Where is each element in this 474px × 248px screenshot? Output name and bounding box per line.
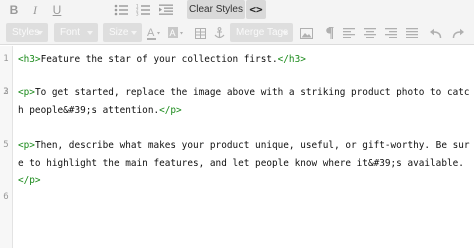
font-dropdown[interactable]: Font bbox=[54, 23, 98, 42]
anchor-icon[interactable] bbox=[212, 25, 226, 41]
styles-dropdown[interactable]: Styles bbox=[6, 23, 48, 42]
align-justify-icon[interactable] bbox=[405, 25, 419, 41]
text-color-icon[interactable]: A bbox=[146, 25, 164, 41]
code-tag: </p> bbox=[159, 105, 182, 116]
numbered-list-icon[interactable]: 123 bbox=[135, 2, 151, 18]
bulleted-list-icon[interactable] bbox=[113, 2, 129, 18]
svg-text:3: 3 bbox=[136, 12, 139, 17]
italic-button[interactable]: I bbox=[27, 2, 43, 18]
code-line-wrap[interactable]: h people&#39;s attention.</p> bbox=[18, 105, 182, 116]
line-number: 5 bbox=[3, 140, 9, 150]
code-text: Then, describe what makes your product u… bbox=[34, 140, 470, 151]
indent-icon[interactable] bbox=[158, 2, 174, 18]
redo-icon[interactable] bbox=[451, 25, 465, 41]
code-editor[interactable]: 1 2 3 5 6 <h3>Feature the star of your c… bbox=[0, 46, 474, 248]
clear-styles-button[interactable]: Clear Styles bbox=[187, 0, 245, 19]
align-right-icon[interactable] bbox=[384, 25, 398, 41]
bold-button[interactable]: B bbox=[6, 2, 22, 18]
chevron-down-icon bbox=[37, 31, 43, 35]
code-view-button[interactable]: <> bbox=[246, 0, 266, 19]
undo-icon[interactable] bbox=[428, 25, 442, 41]
chevron-down-icon bbox=[282, 31, 288, 35]
toolbar-row-1: B I U 123 Clear Styles <> bbox=[0, 0, 474, 20]
code-tag: <p> bbox=[18, 140, 35, 151]
table-icon[interactable] bbox=[193, 25, 207, 41]
styles-dropdown-label: Styles bbox=[12, 27, 40, 38]
line-number: 1 bbox=[3, 54, 9, 64]
code-text: e to highlight the main features, and le… bbox=[18, 158, 464, 169]
code-line-wrap[interactable]: </p> bbox=[18, 175, 41, 186]
code-line[interactable]: <h3>Feature the star of your collection … bbox=[18, 54, 306, 65]
size-dropdown[interactable]: Size bbox=[103, 23, 142, 42]
line-number: 3 bbox=[3, 87, 9, 97]
code-line[interactable]: <p>Then, describe what makes your produc… bbox=[18, 140, 470, 151]
svg-text:A: A bbox=[170, 28, 176, 38]
size-dropdown-label: Size bbox=[109, 27, 129, 38]
code-tag: <h3> bbox=[18, 54, 41, 65]
code-line[interactable]: <p>To get started, replace the image abo… bbox=[18, 87, 470, 98]
align-center-icon[interactable] bbox=[363, 25, 377, 41]
line-number: 6 bbox=[3, 192, 9, 202]
chevron-down-icon bbox=[87, 31, 93, 35]
code-tag: </h3> bbox=[277, 54, 306, 65]
underline-button[interactable]: U bbox=[49, 2, 65, 18]
pilcrow-icon[interactable] bbox=[322, 25, 336, 41]
code-tag: </p> bbox=[18, 175, 41, 186]
image-icon[interactable] bbox=[299, 25, 313, 41]
chevron-down-icon bbox=[131, 31, 137, 35]
merge-tags-dropdown[interactable]: Merge Tags bbox=[230, 23, 293, 42]
svg-text:A: A bbox=[147, 27, 155, 39]
code-text: h people&#39;s attention. bbox=[18, 105, 160, 116]
align-left-icon[interactable] bbox=[342, 25, 356, 41]
merge-tags-dropdown-label: Merge Tags bbox=[236, 27, 289, 38]
toolbar-row-2: Styles Font Size A A Merge Tags bbox=[0, 20, 474, 45]
font-dropdown-label: Font bbox=[60, 27, 81, 38]
code-text: Feature the star of your collection firs… bbox=[40, 54, 278, 65]
code-line-wrap[interactable]: e to highlight the main features, and le… bbox=[18, 158, 464, 169]
background-color-icon[interactable]: A bbox=[167, 25, 187, 41]
code-text: To get started, replace the image above … bbox=[34, 87, 470, 98]
code-tag: <p> bbox=[18, 87, 35, 98]
